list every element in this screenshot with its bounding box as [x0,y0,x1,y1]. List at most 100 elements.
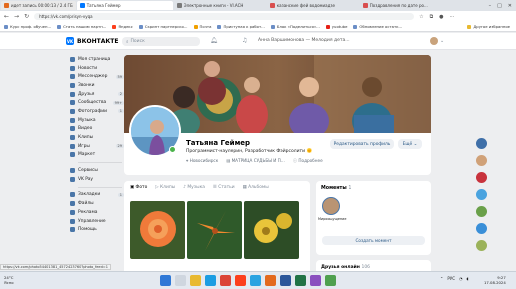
menu-item-calls[interactable]: Звонки [70,81,124,90]
tab-recording[interactable]: идет запись 00:00:13 / 2.4 ГБ [1,1,76,10]
profile-icon[interactable]: ● [439,14,443,20]
menu-item-photos[interactable]: Фотографии 1 [70,107,124,116]
chevron-up-icon[interactable]: ⌃ [440,276,443,281]
file-explorer-icon[interactable] [190,275,201,286]
star-icon[interactable]: ☆ [419,14,423,20]
word-icon[interactable] [280,275,291,286]
tab-articles[interactable]: ☰ Статьи [213,185,235,190]
now-playing-track[interactable]: Анна Варшимонова — Мелодия дета... [258,38,350,43]
bookmark-item[interactable]: Обновление остатк... [353,24,402,29]
menu-item-communities[interactable]: Сообщества 99+ [70,98,124,107]
minimize-icon[interactable]: – [489,3,492,9]
counter-badge: 59 [115,74,124,79]
menu-item-ads[interactable]: Реклама [70,208,124,217]
menu-item-market[interactable]: Маркет [70,151,124,160]
search-icon[interactable] [175,275,186,286]
clock[interactable]: 9:27 17.08.2024 [484,275,506,285]
photo-thumbnail[interactable] [187,201,242,259]
menu-label: Мессенджер [78,74,108,80]
url-text: https://vk.com/prisyn-vyqa [39,14,93,19]
bookmark-item[interactable]: Стать нашим партн... [57,24,106,29]
wifi-icon[interactable]: ◔ [459,276,463,281]
photo-thumbnail[interactable] [130,201,185,259]
photo-icon [70,108,75,114]
more-info-link[interactable]: ⓘ Подробнее [293,158,323,164]
menu-item-my-page[interactable]: Моя страница [70,55,124,64]
menu-item-games[interactable]: Игры 29 [70,142,124,151]
search-icon: ⌕ [126,39,129,45]
photo-thumbnail[interactable] [244,201,299,259]
tab-label: казанские фей водомиадзе [276,3,335,8]
work[interactable]: ▤ МАТРИЦА СУДЬБЫ И П... [226,158,285,164]
speaker-icon[interactable]: ◖ [467,276,469,281]
yandex-browser-icon[interactable] [235,275,246,286]
search-input[interactable]: ⌕ Поиск [122,37,200,46]
menu-item-friends[interactable]: Друзья 2 [70,90,124,99]
forward-icon[interactable]: → [14,13,19,20]
moment-avatar[interactable] [322,197,340,215]
telegram-icon[interactable] [250,275,261,286]
menu-item-music[interactable]: Музыка [70,116,124,125]
close-icon[interactable]: ✕ [508,3,512,9]
menu-item-files[interactable]: Файлы [70,199,124,208]
tab-music[interactable]: ♪ Музыка [183,185,205,190]
language-indicator[interactable]: РУС [447,276,455,281]
menu-item-manage[interactable]: Управление [70,217,124,226]
contact-avatar[interactable] [476,223,487,234]
menu-item-vkpay[interactable]: VK Pay [70,175,124,184]
contact-avatar[interactable] [476,206,487,217]
menu-item-clips[interactable]: Клипы [70,133,124,142]
start-menu-icon[interactable] [160,275,171,286]
tab-ebooks[interactable]: Электронные книги - VI.ACH [174,1,266,10]
menu-item-services[interactable]: Сервисы [70,166,124,175]
bookmark-label: Скрипт партнерско... [144,24,188,29]
contact-avatar[interactable] [476,240,487,251]
bookmark-item[interactable]: Почта [193,24,211,29]
tab-third[interactable]: казанские фей водомиадзе [267,1,359,10]
games-icon [70,143,75,149]
edge-icon[interactable] [205,275,216,286]
tab-photos[interactable]: ▣ Фото [130,185,147,190]
notifications-bell-icon[interactable]: 🔔︎ [210,37,218,44]
more-actions-button[interactable]: Ещё ⌄ [398,139,422,149]
reload-icon[interactable]: ↻ [24,13,29,20]
edit-profile-button[interactable]: Редактировать профиль [330,139,394,149]
menu-item-video[interactable]: Видео [70,125,124,134]
music-note-icon[interactable]: ♫ [242,37,247,44]
app-icon[interactable] [310,275,321,286]
menu-icon[interactable]: ⋯ [450,14,455,20]
maximize-icon[interactable]: □ [497,3,502,9]
create-moment-button[interactable]: Создать момент [322,236,425,245]
bookmark-item[interactable]: Яндекс [112,24,133,29]
menu-item-messenger[interactable]: Мессенджер 59 [70,72,124,81]
moments-title: Моменты 1 [321,186,351,191]
bookmark-item[interactable]: Скрипт партнерско... [138,24,188,29]
user-menu[interactable]: ⌄ [430,37,444,45]
recorder-icon[interactable] [265,275,276,286]
weather-widget[interactable]: 24°C Ясно [4,275,14,285]
bookmark-item[interactable]: Блок «Поделиться»... [270,24,320,29]
tab-clips[interactable]: ▷ Клипы [155,185,175,190]
tab-albums[interactable]: ▦ Альбомы [243,185,269,190]
menu-item-news[interactable]: Новости [70,64,124,73]
profile-status[interactable]: Программист-наулерин, Разработчик Фэйрсо… [186,149,312,154]
back-icon[interactable]: ← [4,13,9,20]
bookmark-item[interactable]: Курс проф. обучен... [4,24,51,29]
contact-avatar[interactable] [476,189,487,200]
url-input[interactable]: https://vk.com/prisyn-vyqa [34,13,415,20]
other-bookmarks[interactable]: Другое избранное [467,24,516,29]
excel-icon[interactable] [295,275,306,286]
menu-item-help[interactable]: Помощь [70,225,124,234]
bookmark-item[interactable]: yuotube [325,24,347,29]
tab-vk-profile[interactable]: Татьяна Геймер [76,1,173,10]
extensions-icon[interactable]: ⧉ [430,14,434,20]
bookmark-item[interactable]: Приступая к работ... [217,24,265,29]
contact-avatar[interactable] [476,155,487,166]
tab-greetings[interactable]: Поздравления по дате ро... [360,1,436,10]
menu-item-bookmarks[interactable]: Закладки 1 [70,191,124,200]
chrome-icon[interactable] [220,275,231,286]
contact-avatar[interactable] [476,138,487,149]
vk-logo[interactable]: VK ВКОНТАКТЕ [66,37,118,45]
contact-avatar[interactable] [476,172,487,183]
app-icon[interactable] [325,275,336,286]
